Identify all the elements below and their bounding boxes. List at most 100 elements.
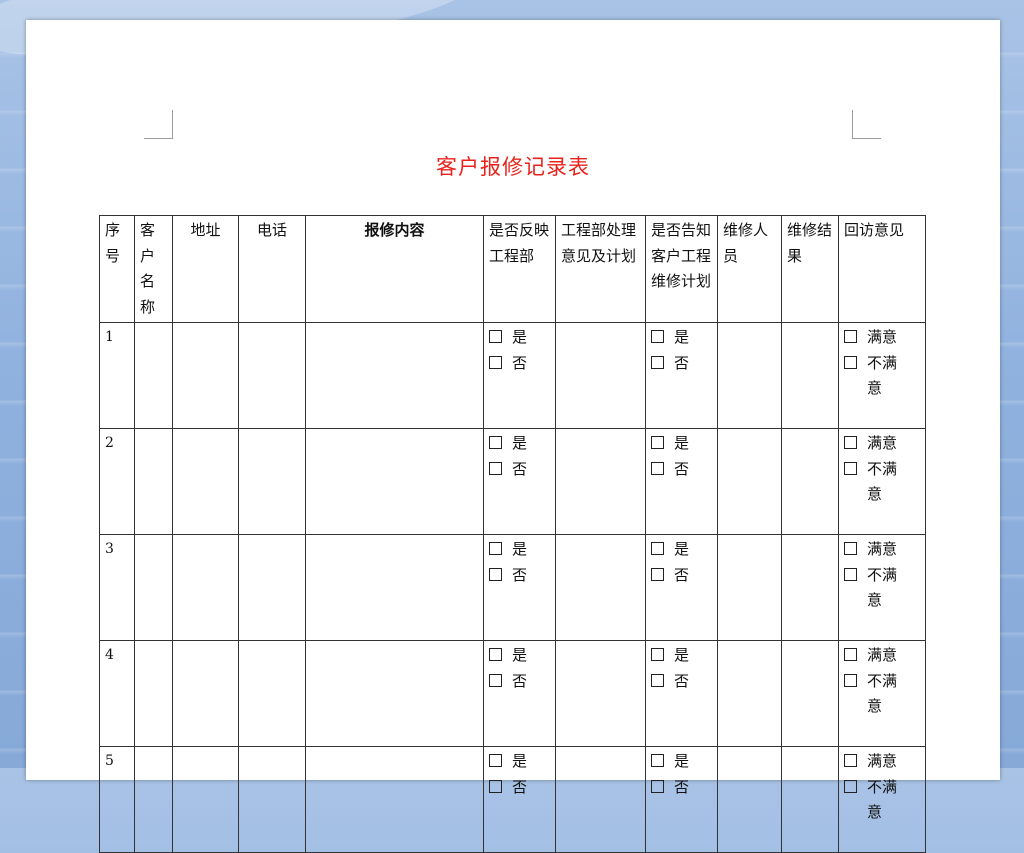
checkbox-icon[interactable] [844,461,857,475]
checkbox-icon[interactable] [489,648,502,661]
table-cell[interactable] [172,640,239,747]
table-cell[interactable] [717,746,782,853]
checkbox-icon[interactable] [651,673,664,687]
checkbox-icon[interactable] [489,567,502,581]
table-cell[interactable] [717,640,782,747]
table-cell[interactable] [555,428,646,535]
table-cell[interactable] [305,428,484,535]
table-cell[interactable] [305,746,484,853]
table-cell[interactable] [781,746,839,853]
checkbox-option[interactable]: 不满意 [844,563,920,614]
checkbox-icon[interactable] [489,779,502,793]
checkbox-option[interactable]: 是 [489,643,550,669]
checkbox-icon[interactable] [651,461,664,475]
checkbox-icon[interactable] [489,673,502,687]
row-number: 2 [99,428,135,535]
checkbox-option[interactable]: 不满意 [844,669,920,720]
checkbox-icon[interactable] [844,779,857,793]
checkbox-icon[interactable] [489,330,502,343]
checkbox-option[interactable]: 是 [651,643,712,669]
table-cell[interactable] [238,534,306,641]
checkbox-icon[interactable] [651,754,664,767]
checkbox-option[interactable]: 否 [489,457,550,483]
table-cell[interactable] [781,428,839,535]
table-cell[interactable] [172,746,239,853]
checkbox-icon[interactable] [844,648,857,661]
checkbox-option[interactable]: 否 [651,457,712,483]
checkbox-icon[interactable] [651,648,664,661]
checkbox-option[interactable]: 满意 [844,749,920,775]
table-cell[interactable] [305,640,484,747]
table-cell[interactable] [305,534,484,641]
table-cell[interactable] [781,640,839,747]
checkbox-icon[interactable] [489,436,502,449]
table-cell[interactable] [781,322,839,429]
table-cell[interactable] [134,640,173,747]
checkbox-option[interactable]: 否 [651,563,712,589]
table-cell[interactable] [555,534,646,641]
checkbox-option[interactable]: 满意 [844,643,920,669]
checkbox-icon[interactable] [489,461,502,475]
checkbox-icon[interactable] [651,355,664,369]
checkbox-icon[interactable] [651,779,664,793]
checkbox-option[interactable]: 不满意 [844,457,920,508]
checkbox-option[interactable]: 否 [651,669,712,695]
checkbox-icon[interactable] [651,436,664,449]
checkbox-option[interactable]: 否 [489,669,550,695]
table-cell[interactable] [555,640,646,747]
table-cell[interactable] [238,322,306,429]
table-cell[interactable] [172,428,239,535]
checkbox-icon[interactable] [844,567,857,581]
checkbox-icon[interactable] [489,754,502,767]
table-cell[interactable] [134,322,173,429]
checkbox-option[interactable]: 否 [489,351,550,377]
table-cell[interactable] [717,534,782,641]
checkbox-icon[interactable] [844,754,857,767]
checkbox-icon[interactable] [844,673,857,687]
table-cell[interactable] [134,428,173,535]
table-cell[interactable] [238,640,306,747]
checkbox-option[interactable]: 满意 [844,325,920,351]
table-cell[interactable] [134,534,173,641]
checkbox-option[interactable]: 是 [651,325,712,351]
header-cell: 是否反映工程部 [483,215,556,323]
table-cell[interactable] [134,746,173,853]
table-cell[interactable] [172,534,239,641]
table-cell[interactable] [781,534,839,641]
checkbox-option[interactable]: 是 [489,431,550,457]
checkbox-option[interactable]: 是 [651,431,712,457]
checkbox-option[interactable]: 满意 [844,537,920,563]
checkbox-icon[interactable] [844,542,857,555]
table-row: 1 是否是否满意 不满意 [99,322,926,429]
checkbox-icon[interactable] [651,567,664,581]
checkbox-option[interactable]: 否 [651,775,712,801]
row-number: 3 [99,534,135,641]
checkbox-icon[interactable] [489,355,502,369]
table-cell[interactable] [172,322,239,429]
checkbox-icon[interactable] [844,436,857,449]
checkbox-option[interactable]: 是 [651,749,712,775]
checkbox-icon[interactable] [651,542,664,555]
checkbox-icon[interactable] [844,355,857,369]
table-cell[interactable] [555,746,646,853]
option-label: 是 [512,752,528,770]
checkbox-option[interactable]: 不满意 [844,775,920,826]
checkbox-option[interactable]: 满意 [844,431,920,457]
checkbox-option[interactable]: 是 [489,749,550,775]
checkbox-icon[interactable] [651,330,664,343]
checkbox-option[interactable]: 否 [651,351,712,377]
checkbox-option[interactable]: 否 [489,563,550,589]
checkbox-option[interactable]: 是 [489,537,550,563]
checkbox-icon[interactable] [844,330,857,343]
table-cell[interactable] [555,322,646,429]
table-cell[interactable] [305,322,484,429]
checkbox-option[interactable]: 是 [489,325,550,351]
table-cell[interactable] [238,746,306,853]
checkbox-option[interactable]: 是 [651,537,712,563]
table-cell[interactable] [717,322,782,429]
table-cell[interactable] [238,428,306,535]
checkbox-option[interactable]: 否 [489,775,550,801]
table-cell[interactable] [717,428,782,535]
checkbox-icon[interactable] [489,542,502,555]
checkbox-option[interactable]: 不满意 [844,351,920,402]
